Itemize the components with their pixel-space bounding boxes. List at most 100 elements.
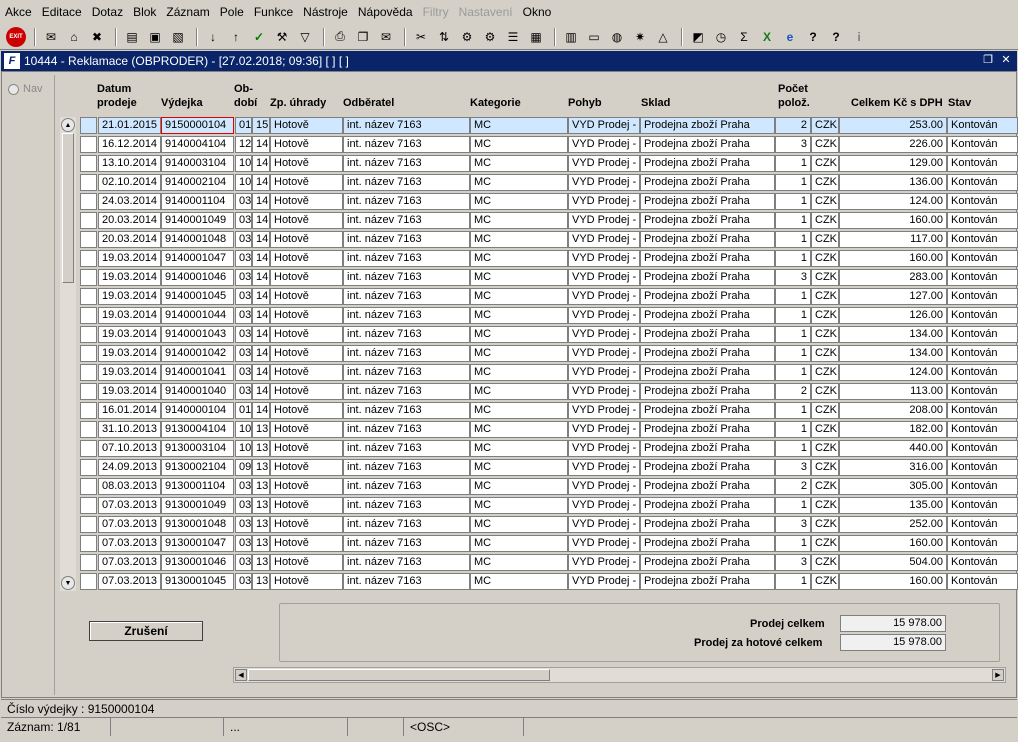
cell-celkem[interactable]: 316.00 xyxy=(839,459,947,476)
cell-obdobi-rok[interactable]: 14 xyxy=(252,193,270,210)
cell-pocet[interactable]: 3 xyxy=(775,269,811,286)
cell-odberatel[interactable]: int. název 7163 xyxy=(343,421,470,438)
cell-kategorie[interactable]: MC xyxy=(470,497,568,514)
cell-obdobi-mesic[interactable]: 03 xyxy=(235,326,252,343)
row-selector[interactable] xyxy=(80,345,97,362)
cell-datum[interactable]: 16.12.2014 xyxy=(98,136,161,153)
remove-record-icon[interactable]: ▧ xyxy=(168,27,188,47)
cell-zp-uhrady[interactable]: Hotově xyxy=(270,326,343,343)
row-selector[interactable] xyxy=(80,402,97,419)
cell-obdobi-rok[interactable]: 13 xyxy=(252,459,270,476)
link-icon[interactable]: ⇅ xyxy=(434,27,454,47)
sort-ascending-icon[interactable]: ↓ xyxy=(203,27,223,47)
cell-pohyb[interactable]: VYD Prodej - xyxy=(568,459,640,476)
cell-datum[interactable]: 19.03.2014 xyxy=(98,383,161,400)
cell-stav[interactable]: Kontován xyxy=(947,364,1018,381)
cell-zp-uhrady[interactable]: Hotově xyxy=(270,307,343,324)
cell-celkem[interactable]: 253.00 xyxy=(839,117,947,134)
cell-pohyb[interactable]: VYD Prodej - xyxy=(568,497,640,514)
cell-sklad[interactable]: Prodejna zboží Praha xyxy=(640,288,775,305)
cell-pocet[interactable]: 1 xyxy=(775,345,811,362)
cell-obdobi-mesic[interactable]: 03 xyxy=(235,307,252,324)
cell-stav[interactable]: Kontován xyxy=(947,345,1018,362)
cell-datum[interactable]: 07.03.2013 xyxy=(98,516,161,533)
cell-vydejka[interactable]: 9140001042 xyxy=(161,345,234,362)
cell-obdobi-rok[interactable]: 14 xyxy=(252,212,270,229)
cell-stav[interactable]: Kontován xyxy=(947,535,1018,552)
cell-obdobi-mesic[interactable]: 10 xyxy=(235,174,252,191)
cell-vydejka[interactable]: 9140003104 xyxy=(161,155,234,172)
table-row[interactable]: 07.03.2013 9130001046 03 13 Hotově int. název… xyxy=(2,554,1018,573)
cell-celkem[interactable]: 226.00 xyxy=(839,136,947,153)
cell-stav[interactable]: Kontován xyxy=(947,193,1018,210)
cell-stav[interactable]: Kontován xyxy=(947,231,1018,248)
cell-vydejka[interactable]: 9150000104 xyxy=(161,117,234,134)
cell-mena[interactable]: CZK xyxy=(811,212,839,229)
cell-vydejka[interactable]: 9130001048 xyxy=(161,516,234,533)
row-selector[interactable] xyxy=(80,326,97,343)
cell-sklad[interactable]: Prodejna zboží Praha xyxy=(640,573,775,590)
cell-obdobi-rok[interactable]: 14 xyxy=(252,326,270,343)
cell-pohyb[interactable]: VYD Prodej - xyxy=(568,554,640,571)
cell-mena[interactable]: CZK xyxy=(811,421,839,438)
cell-vydejka[interactable]: 9140001041 xyxy=(161,364,234,381)
cell-sklad[interactable]: Prodejna zboží Praha xyxy=(640,478,775,495)
cell-odberatel[interactable]: int. název 7163 xyxy=(343,364,470,381)
cell-obdobi-rok[interactable]: 14 xyxy=(252,307,270,324)
cell-pocet[interactable]: 1 xyxy=(775,573,811,590)
cell-obdobi-mesic[interactable]: 03 xyxy=(235,288,252,305)
table-row[interactable]: 19.03.2014 9140001041 03 14 Hotově int. název… xyxy=(2,364,1018,383)
menu-11[interactable]: Okno xyxy=(518,0,557,24)
table-row[interactable]: 20.03.2014 9140001048 03 14 Hotově int. název… xyxy=(2,231,1018,250)
table-row[interactable]: 19.03.2014 9140001045 03 14 Hotově int. název… xyxy=(2,288,1018,307)
cell-kategorie[interactable]: MC xyxy=(470,383,568,400)
cell-sklad[interactable]: Prodejna zboží Praha xyxy=(640,421,775,438)
cell-kategorie[interactable]: MC xyxy=(470,269,568,286)
cell-mena[interactable]: CZK xyxy=(811,231,839,248)
horizontal-scroll-thumb[interactable] xyxy=(248,669,550,681)
cell-vydejka[interactable]: 9130003104 xyxy=(161,440,234,457)
table-row[interactable]: 08.03.2013 9130001104 03 13 Hotově int. název… xyxy=(2,478,1018,497)
row-selector[interactable] xyxy=(80,193,97,210)
cell-obdobi-rok[interactable]: 15 xyxy=(252,117,270,134)
cell-stav[interactable]: Kontován xyxy=(947,554,1018,571)
cell-pocet[interactable]: 1 xyxy=(775,326,811,343)
cell-zp-uhrady[interactable]: Hotově xyxy=(270,288,343,305)
cell-mena[interactable]: CZK xyxy=(811,478,839,495)
table-row[interactable]: 07.03.2013 9130001049 03 13 Hotově int. název… xyxy=(2,497,1018,516)
cell-celkem[interactable]: 208.00 xyxy=(839,402,947,419)
cell-pohyb[interactable]: VYD Prodej - xyxy=(568,193,640,210)
cell-sklad[interactable]: Prodejna zboží Praha xyxy=(640,231,775,248)
cell-datum[interactable]: 19.03.2014 xyxy=(98,345,161,362)
cell-obdobi-rok[interactable]: 14 xyxy=(252,136,270,153)
table-row[interactable]: 07.03.2013 9130001047 03 13 Hotově int. název… xyxy=(2,535,1018,554)
cell-pocet[interactable]: 1 xyxy=(775,250,811,267)
cell-vydejka[interactable]: 9130004104 xyxy=(161,421,234,438)
cell-datum[interactable]: 24.03.2014 xyxy=(98,193,161,210)
cell-pohyb[interactable]: VYD Prodej - xyxy=(568,383,640,400)
cell-datum[interactable]: 19.03.2014 xyxy=(98,307,161,324)
calculator-icon[interactable]: ▭ xyxy=(584,27,604,47)
documents-icon[interactable]: ❐ xyxy=(353,27,373,47)
cell-mena[interactable]: CZK xyxy=(811,402,839,419)
cell-celkem[interactable]: 160.00 xyxy=(839,250,947,267)
cell-sklad[interactable]: Prodejna zboží Praha xyxy=(640,535,775,552)
cell-zp-uhrady[interactable]: Hotově xyxy=(270,516,343,533)
cell-obdobi-mesic[interactable]: 03 xyxy=(235,478,252,495)
cell-sklad[interactable]: Prodejna zboží Praha xyxy=(640,402,775,419)
row-selector[interactable] xyxy=(80,364,97,381)
cell-kategorie[interactable]: MC xyxy=(470,345,568,362)
cell-vydejka[interactable]: 9130001104 xyxy=(161,478,234,495)
row-selector[interactable] xyxy=(80,383,97,400)
cell-zp-uhrady[interactable]: Hotově xyxy=(270,250,343,267)
cell-odberatel[interactable]: int. název 7163 xyxy=(343,554,470,571)
cell-odberatel[interactable]: int. název 7163 xyxy=(343,307,470,324)
cell-odberatel[interactable]: int. název 7163 xyxy=(343,516,470,533)
cell-datum[interactable]: 19.03.2014 xyxy=(98,288,161,305)
table-row[interactable]: 13.10.2014 9140003104 10 14 Hotově int. název… xyxy=(2,155,1018,174)
row-selector[interactable] xyxy=(80,136,97,153)
cell-obdobi-rok[interactable]: 13 xyxy=(252,573,270,590)
cell-mena[interactable]: CZK xyxy=(811,497,839,514)
cell-zp-uhrady[interactable]: Hotově xyxy=(270,174,343,191)
new-record-icon[interactable]: ▤ xyxy=(122,27,142,47)
